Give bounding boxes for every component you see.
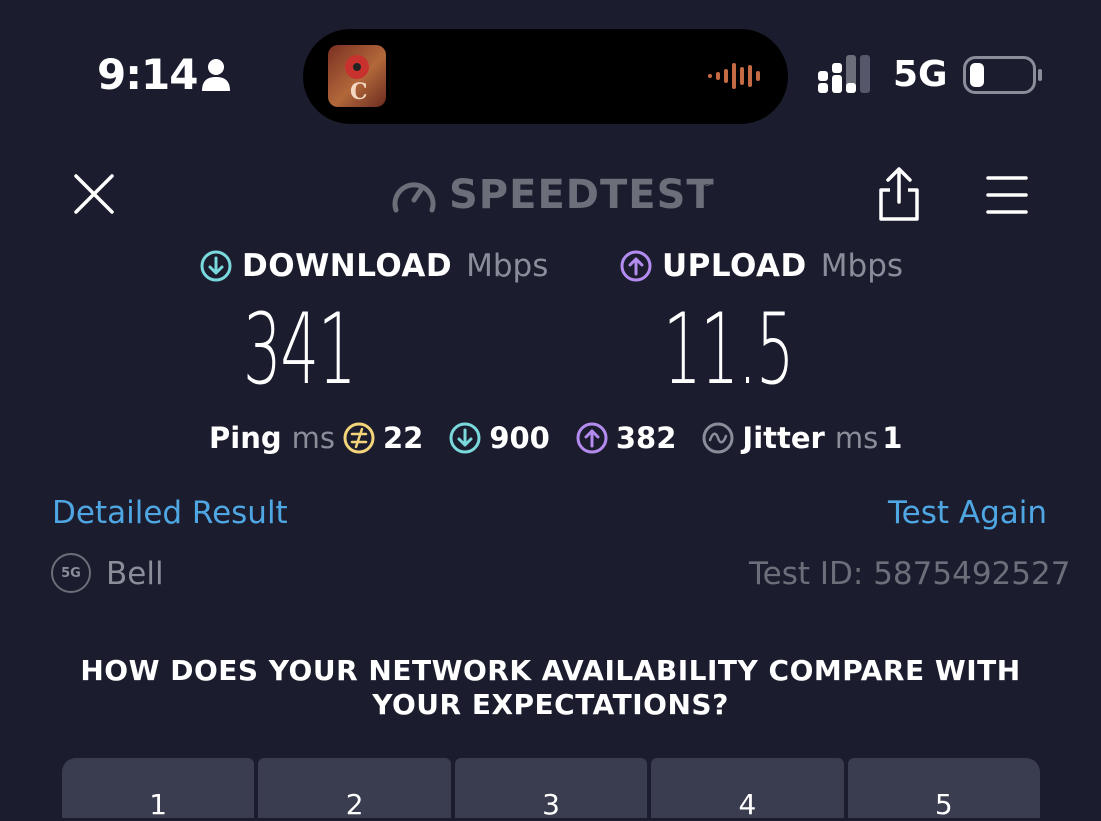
team-logo-icon: C: [345, 55, 369, 105]
test-again-link[interactable]: Test Again: [888, 494, 1047, 532]
upload-ping-icon: [576, 422, 608, 454]
upload-value: 11.5: [663, 293, 795, 407]
idle-ping-icon: [343, 422, 375, 454]
app-logo-text: SPEEDTEST: [449, 172, 715, 218]
network-badge: 5G: [51, 553, 91, 593]
download-value: 341: [243, 293, 356, 407]
rating-option-2[interactable]: 2: [258, 758, 451, 821]
jitter-icon: [702, 422, 734, 454]
upload-header: UPLOAD Mbps: [620, 248, 903, 284]
detailed-result-link[interactable]: Detailed Result: [52, 494, 288, 532]
download-ping-value: 900: [489, 421, 550, 455]
menu-icon[interactable]: [985, 174, 1029, 216]
latency-stats: Ping ms 22 900 382 Jitter ms 1: [209, 420, 902, 456]
survey-question: HOW DOES YOUR NETWORK AVAILABILITY COMPA…: [80, 654, 1021, 721]
trademark: ®: [702, 178, 712, 189]
rating-option-3[interactable]: 3: [454, 758, 648, 821]
rating-option-4[interactable]: 4: [651, 758, 844, 821]
signal-icon: [818, 55, 870, 93]
upload-unit: Mbps: [820, 248, 904, 284]
person-icon: [202, 59, 230, 91]
speedometer-icon: [392, 182, 436, 213]
jitter-unit: ms: [834, 421, 879, 455]
download-unit: Mbps: [466, 248, 549, 284]
network-type: 5G: [893, 54, 948, 95]
provider-name: Bell: [106, 556, 164, 592]
download-header: DOWNLOAD Mbps: [200, 248, 548, 284]
rating-option-1[interactable]: 1: [62, 758, 255, 821]
idle-ping-value: 22: [382, 421, 424, 455]
test-id: Test ID: 5875492527: [749, 556, 1071, 592]
share-icon[interactable]: [876, 166, 922, 222]
ping-label: Ping: [209, 421, 282, 455]
rating-scale: 1 2 3 4 5: [62, 758, 1041, 821]
battery-icon: [963, 56, 1042, 94]
download-ping-icon: [449, 422, 481, 454]
ping-unit: ms: [291, 421, 335, 455]
upload-ping-value: 382: [615, 421, 677, 455]
rating-option-5[interactable]: 5: [847, 758, 1041, 821]
status-time: 9:14: [97, 50, 198, 99]
upload-arrow-icon: [620, 250, 652, 282]
jitter-value: 1: [882, 421, 903, 455]
download-label: DOWNLOAD: [242, 248, 453, 284]
svg-text:C: C: [350, 79, 368, 105]
close-icon[interactable]: [70, 170, 118, 218]
now-playing-artwork[interactable]: C: [328, 45, 386, 107]
download-arrow-icon: [200, 250, 232, 282]
jitter-label: Jitter: [742, 421, 825, 455]
audio-wave-icon: [708, 63, 760, 89]
upload-label: UPLOAD: [662, 248, 807, 284]
